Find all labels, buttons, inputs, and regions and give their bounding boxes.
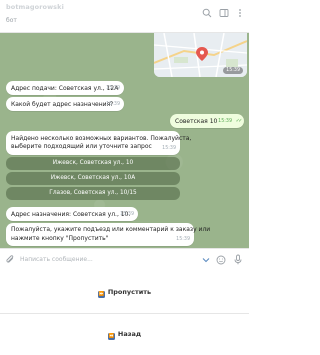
- search-icon[interactable]: [202, 8, 212, 18]
- message-time: 15:39: [106, 86, 120, 91]
- chat-header: botmagorowski бот: [0, 0, 249, 33]
- message-text: Советская 10: [175, 117, 218, 125]
- map-time: 15:39: [223, 67, 243, 74]
- message-pickup: Адрес подачи: Советская ул., 12А 15:39: [6, 81, 124, 95]
- bot-subtitle: бот: [6, 17, 17, 24]
- skip-button[interactable]: ⏩ Пропустить: [0, 271, 249, 313]
- message-time: 15:39: [106, 102, 120, 107]
- telegram-window: botmagorowski бот 15:39 Адрес подачи: Со…: [0, 0, 249, 355]
- message-ask-destination: Какой будет адрес назначения? 15:39: [6, 97, 124, 111]
- message-found-variants: Найдено несколько возможных вариантов. П…: [6, 131, 191, 155]
- attach-icon[interactable]: [5, 255, 15, 265]
- inline-option-3[interactable]: Глазов, Советская ул., 10/15: [6, 187, 180, 200]
- message-time: 15:39: [218, 119, 232, 124]
- message-time: 15:39: [120, 212, 134, 217]
- chat-area[interactable]: 15:39 Адрес подачи: Советская ул., 12А 1…: [0, 33, 249, 248]
- message-input[interactable]: Написать сообщение...: [20, 256, 93, 263]
- fast-forward-icon: ⏩: [97, 291, 105, 298]
- message-text-line1: Пожалуйста, укажите подъезд или коммента…: [11, 226, 211, 233]
- message-text: Какой будет адрес назначения?: [11, 100, 114, 108]
- location-map[interactable]: 15:39: [154, 33, 247, 77]
- message-time: 15:39: [162, 146, 176, 151]
- message-destination-confirm: Адрес назначения: Советская ул., 10. 15:…: [6, 207, 138, 221]
- emoji-icon[interactable]: [216, 255, 226, 265]
- microphone-icon[interactable]: [233, 254, 243, 265]
- more-vertical-icon[interactable]: [235, 8, 245, 18]
- message-text-line2: нажмите кнопку "Пропустить": [11, 235, 109, 242]
- message-text: Адрес назначения: Советская ул., 10.: [11, 210, 131, 218]
- rewind-icon: ⏪: [107, 333, 115, 340]
- double-check-icon: ✓✓: [235, 118, 243, 124]
- message-hint: Пожалуйста, укажите подъезд или коммента…: [6, 223, 210, 246]
- message-input-bar: Написать сообщение...: [0, 248, 249, 271]
- message-text: Адрес подачи: Советская ул., 12А: [11, 84, 119, 92]
- back-label: Назад: [117, 330, 142, 338]
- skip-label: Пропустить: [107, 288, 152, 296]
- inline-option-1[interactable]: Ижевск, Советская ул., 10: [6, 157, 180, 170]
- message-time: 15:39: [176, 237, 190, 242]
- bot-name[interactable]: botmagorowski: [6, 3, 64, 11]
- sidebar-toggle-icon[interactable]: [219, 8, 229, 18]
- message-text-line2: выберите подходящий или уточните запрос: [11, 143, 152, 150]
- back-button[interactable]: ⏪ Назад: [0, 314, 249, 355]
- keyboard-toggle-icon[interactable]: [201, 255, 211, 265]
- inline-option-2[interactable]: Ижевск, Советская ул., 10А: [6, 172, 180, 185]
- message-user-destination: Советская 10 15:39 ✓✓: [170, 114, 244, 128]
